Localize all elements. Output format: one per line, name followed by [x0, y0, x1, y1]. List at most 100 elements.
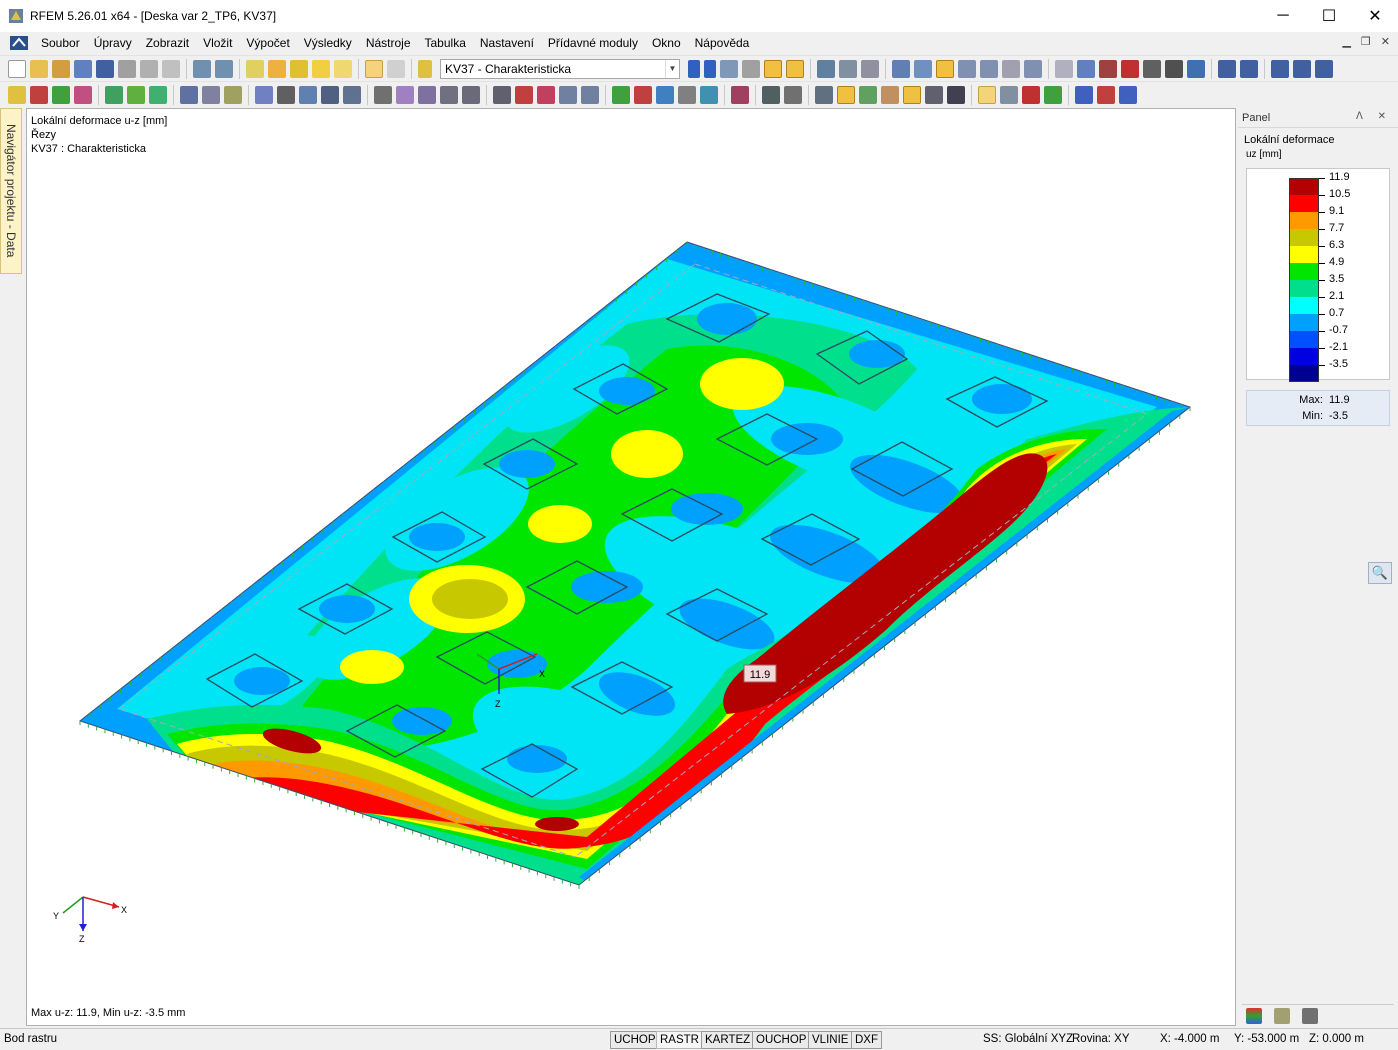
coordinate-icon[interactable]: [700, 85, 718, 104]
factors-icon[interactable]: [1274, 1007, 1290, 1024]
member-icon[interactable]: [52, 85, 70, 104]
menu-nastroje[interactable]: Nástroje: [359, 36, 418, 50]
opening-icon[interactable]: [277, 85, 295, 104]
mirror-icon[interactable]: [980, 59, 998, 78]
save-icon[interactable]: [96, 59, 114, 78]
view-iso-icon[interactable]: [581, 85, 599, 104]
model-check-icon[interactable]: [1187, 59, 1205, 78]
zoom-window-icon[interactable]: [515, 85, 533, 104]
menu-vysledky[interactable]: Výsledky: [297, 36, 359, 50]
show-values-icon[interactable]: [786, 59, 804, 78]
view-other-icon[interactable]: [678, 85, 696, 104]
table-toggle-icon[interactable]: [365, 59, 383, 78]
edit-icon[interactable]: [246, 59, 264, 78]
view-y-icon[interactable]: [634, 85, 652, 104]
rotate-icon[interactable]: [958, 59, 976, 78]
view-3d-icon[interactable]: [559, 85, 577, 104]
mdi-restore-icon[interactable]: ❐: [1361, 35, 1371, 48]
menu-pridavne-moduly[interactable]: Přídavné moduly: [541, 36, 645, 50]
open-folder-icon[interactable]: [30, 59, 48, 78]
diagram-icon[interactable]: [861, 59, 879, 78]
menu-soubor[interactable]: Soubor: [34, 36, 87, 50]
cartesian-toggle[interactable]: KARTEZ: [701, 1031, 755, 1049]
section-line-icon[interactable]: [762, 85, 780, 104]
clean-icon[interactable]: [1143, 59, 1161, 78]
object-snap-toggle[interactable]: OUCHOP: [752, 1031, 811, 1049]
result-values-icon[interactable]: [1044, 85, 1062, 104]
menu-zobrazit[interactable]: Zobrazit: [139, 36, 196, 50]
print-preview-icon[interactable]: [162, 59, 180, 78]
color-scale-icon[interactable]: [1246, 1007, 1262, 1024]
menu-nastaveni[interactable]: Nastavení: [473, 36, 541, 50]
rendering-icon[interactable]: [784, 85, 802, 104]
intersect-icon[interactable]: [1099, 59, 1117, 78]
mdi-minimize-icon[interactable]: ▁: [1342, 35, 1350, 48]
values-icon[interactable]: [742, 59, 760, 78]
support-icon[interactable]: [105, 85, 123, 104]
load-case-combo[interactable]: KV37 - Charakteristicka ▼: [440, 58, 680, 79]
view-z-icon[interactable]: [656, 85, 674, 104]
menu-tabulka[interactable]: Tabulka: [418, 36, 473, 50]
color-legend[interactable]: 11.9 10.5 9.1 7.7 6.3 4.9 3.5 2.1 0.7 -0.7 -2.1 -3.…: [1246, 168, 1390, 382]
grid-snap-icon[interactable]: [224, 85, 242, 104]
view-x-icon[interactable]: [612, 85, 630, 104]
mdi-close-icon[interactable]: ✕: [1381, 35, 1390, 48]
results-icon[interactable]: [312, 59, 330, 78]
layers-icon[interactable]: [334, 59, 352, 78]
redo-icon[interactable]: [215, 59, 233, 78]
search-icon[interactable]: [268, 59, 286, 78]
move-icon[interactable]: [936, 59, 954, 78]
dimension-icon[interactable]: [299, 85, 317, 104]
surface-icon[interactable]: [74, 85, 92, 104]
menu-upravy[interactable]: Úpravy: [87, 36, 139, 50]
load-icon[interactable]: [180, 85, 198, 104]
load-distributed-icon[interactable]: [202, 85, 220, 104]
open-example-icon[interactable]: [52, 59, 70, 78]
print-report-icon[interactable]: [118, 59, 136, 78]
hinge-icon[interactable]: [127, 85, 145, 104]
snap-toggle[interactable]: UCHOP: [610, 1031, 660, 1049]
panel-toggle-icon[interactable]: [978, 85, 996, 104]
result-diagram-icon[interactable]: [1022, 85, 1040, 104]
select-window-icon[interactable]: [914, 59, 932, 78]
delete-icon[interactable]: [1121, 59, 1139, 78]
animation-icon[interactable]: [817, 59, 835, 78]
solid-icon[interactable]: [255, 85, 273, 104]
check-icon[interactable]: [1165, 59, 1183, 78]
document-icon[interactable]: [10, 36, 28, 50]
visibility-icon[interactable]: [764, 59, 782, 78]
view-icon[interactable]: [1218, 59, 1236, 78]
chevron-down-icon[interactable]: ▼: [665, 59, 679, 78]
panel-pin-close-icons[interactable]: ᐱ ✕: [1356, 111, 1392, 122]
export-3-icon[interactable]: [1119, 85, 1137, 104]
connect-icon[interactable]: [1055, 59, 1073, 78]
graphics-viewport[interactable]: Lokální deformace u-z [mm] Řezy KV37 : C…: [26, 108, 1236, 1026]
guidelines-toggle[interactable]: VLINIE: [808, 1031, 853, 1049]
close-button[interactable]: ✕: [1352, 0, 1398, 32]
calculator-icon[interactable]: [290, 59, 308, 78]
next-arrow-icon[interactable]: [704, 59, 716, 78]
new-file-icon[interactable]: [8, 59, 26, 78]
grid-icon[interactable]: [387, 59, 405, 78]
window-layout-2-icon[interactable]: [1293, 59, 1311, 78]
menu-vlozit[interactable]: Vložit: [196, 36, 239, 50]
dxf-toggle[interactable]: DXF: [851, 1031, 882, 1049]
previous-arrow-icon[interactable]: [688, 59, 700, 78]
pointer-icon[interactable]: [731, 85, 749, 104]
divide-icon[interactable]: [1077, 59, 1095, 78]
table-view-icon[interactable]: [925, 85, 943, 104]
mesh-check-icon[interactable]: [440, 85, 458, 104]
contour-icon[interactable]: [903, 85, 921, 104]
section-icon[interactable]: [839, 59, 857, 78]
export-icon[interactable]: [1075, 85, 1093, 104]
window-layout-icon[interactable]: [1271, 59, 1289, 78]
scale-icon[interactable]: [1024, 59, 1042, 78]
node-icon[interactable]: [8, 85, 26, 104]
line-icon[interactable]: [30, 85, 48, 104]
grid-toggle[interactable]: RASTR: [656, 1031, 703, 1049]
show-results-icon[interactable]: [720, 59, 738, 78]
export-2-icon[interactable]: [1097, 85, 1115, 104]
solid-render-icon[interactable]: [837, 85, 855, 104]
view-2-icon[interactable]: [1240, 59, 1258, 78]
maximize-button[interactable]: ☐: [1306, 0, 1352, 32]
